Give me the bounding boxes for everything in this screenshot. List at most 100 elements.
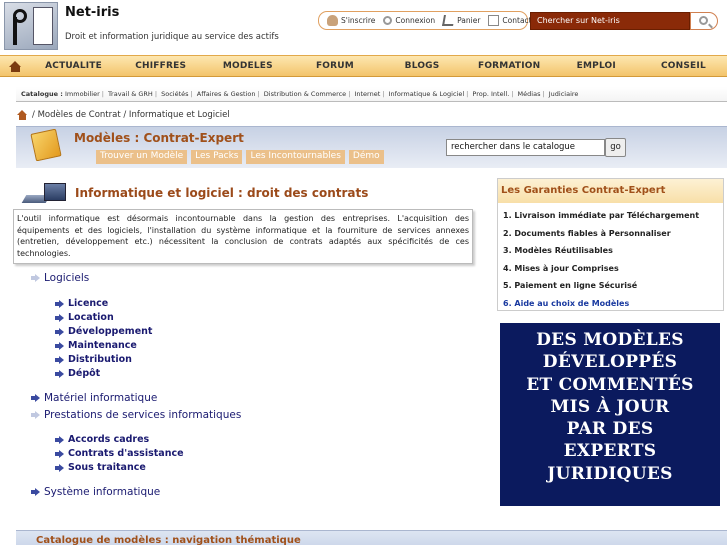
catalogue-bar: Catalogue : Immobilier | Travail & GRH | S… xyxy=(16,87,727,102)
thematic-navigation-header: Catalogue de modèles : navigation thémat… xyxy=(16,530,727,545)
catalogue-link-judiciaire[interactable]: Judiciaire xyxy=(549,90,579,98)
nav-item-conseil[interactable]: CONSEIL xyxy=(640,61,727,71)
site-logo[interactable] xyxy=(4,2,58,50)
guarantee-item: 5. Paiement en ligne Sécurisé xyxy=(503,281,638,291)
nav-item-blogs[interactable]: BLOGS xyxy=(379,61,466,71)
subcategory-label: Accords cadres xyxy=(68,434,150,445)
tab-incontournables[interactable]: Les Incontournables xyxy=(246,150,345,164)
tab-demo[interactable]: Démo xyxy=(348,150,384,164)
user-icon xyxy=(327,15,338,26)
tab-packs[interactable]: Les Packs xyxy=(191,150,243,164)
promo-line: EXPERTS xyxy=(563,441,657,462)
promo-line: ET COMMENTÉS xyxy=(526,374,694,395)
nav-home[interactable] xyxy=(0,60,30,72)
arrow-right-icon xyxy=(55,327,64,336)
top-links: S'inscrire Connexion Panier Contact xyxy=(318,11,532,30)
site-search-input[interactable]: Chercher sur Net-iris xyxy=(530,12,690,30)
category-prestations[interactable]: Prestations de services informatiques xyxy=(31,409,241,421)
site-subtitle: Droit et information juridique au servic… xyxy=(65,32,279,42)
cart-link[interactable]: Panier xyxy=(442,15,481,26)
contact-link[interactable]: Contact xyxy=(488,15,532,26)
promo-banner[interactable]: DES MODÈLES DÉVELOPPÉS ET COMMENTÉS MIS … xyxy=(500,323,720,506)
category-materiel[interactable]: Matériel informatique xyxy=(31,392,157,404)
breadcrumb-path[interactable]: / Modèles de Contrat / Informatique et L… xyxy=(32,110,230,120)
subcategory-maintenance[interactable]: Maintenance xyxy=(55,340,137,351)
subcategory-label: Dépôt xyxy=(68,368,101,379)
subcategory-developpement[interactable]: Développement xyxy=(55,326,152,337)
computer-icon xyxy=(21,181,68,205)
models-banner: Modèles : Contrat-Expert Trouver un Modè… xyxy=(16,126,727,168)
nav-item-forum[interactable]: FORUM xyxy=(291,61,378,71)
guarantees-title: Les Garanties Contrat-Expert xyxy=(498,179,723,203)
catalogue-link-travail[interactable]: Travail & GRH xyxy=(108,90,153,98)
subcategory-distribution[interactable]: Distribution xyxy=(55,354,132,365)
nav-item-modeles[interactable]: MODELES xyxy=(204,61,291,71)
register-link[interactable]: S'inscrire xyxy=(327,15,375,26)
category-label: Matériel informatique xyxy=(44,392,158,404)
guarantee-item: 3. Modèles Réutilisables xyxy=(503,246,613,256)
category-systeme[interactable]: Système informatique xyxy=(31,486,160,498)
catalogue-label: Catalogue : xyxy=(21,90,63,98)
intro-text: L'outil informatique est désormais incon… xyxy=(13,209,473,264)
register-label: S'inscrire xyxy=(341,16,376,25)
subcategory-licence[interactable]: Licence xyxy=(55,298,108,309)
arrow-right-icon xyxy=(55,341,64,350)
category-label: Prestations de services informatiques xyxy=(44,409,242,421)
login-link[interactable]: Connexion xyxy=(383,16,435,25)
home-icon[interactable] xyxy=(17,110,28,120)
page-title: Informatique et logiciel : droit des con… xyxy=(75,186,369,200)
cart-label: Panier xyxy=(457,16,481,25)
arrow-right-icon xyxy=(55,449,64,458)
category-label: Logiciels xyxy=(44,272,90,284)
catalogue-link-distribution[interactable]: Distribution & Commerce xyxy=(264,90,346,98)
promo-line: PAR DES xyxy=(566,419,654,440)
subcategory-accords[interactable]: Accords cadres xyxy=(55,434,149,445)
catalogue-link-societes[interactable]: Sociétés xyxy=(161,90,188,98)
catalogue-link-immobilier[interactable]: Immobilier xyxy=(65,90,100,98)
catalogue-link-internet[interactable]: Internet xyxy=(354,90,380,98)
guarantee-item-help-link[interactable]: 6. Aide au choix de Modèles xyxy=(503,295,720,313)
promo-line: MIS À JOUR xyxy=(550,396,670,417)
nav-item-formation[interactable]: FORMATION xyxy=(466,61,553,71)
catalogue-search-input[interactable]: rechercher dans le catalogue xyxy=(446,139,605,156)
promo-line: JURIDIQUES xyxy=(547,463,673,484)
subcategory-assistance[interactable]: Contrats d'assistance xyxy=(55,448,184,459)
promo-line: DÉVELOPPÉS xyxy=(542,352,678,373)
promo-line: DES MODÈLES xyxy=(536,330,684,350)
catalogue-link-medias[interactable]: Médias xyxy=(518,90,541,98)
tab-find-model[interactable]: Trouver un Modèle xyxy=(96,150,188,164)
nav-item-emploi[interactable]: EMPLOI xyxy=(553,61,640,71)
arrow-right-icon xyxy=(31,394,40,402)
arrow-right-icon xyxy=(55,435,64,444)
category-logiciels[interactable]: Logiciels xyxy=(31,272,89,284)
subcategory-location[interactable]: Location xyxy=(55,312,114,323)
subcategory-label: Licence xyxy=(68,298,109,309)
login-label: Connexion xyxy=(395,16,436,25)
subcategory-depot[interactable]: Dépôt xyxy=(55,368,100,379)
logo-page-shape xyxy=(33,7,53,45)
guarantee-item: 1. Livraison immédiate par Téléchargemen… xyxy=(503,211,700,220)
key-icon xyxy=(383,16,393,25)
nav-item-chiffres[interactable]: CHIFFRES xyxy=(117,61,204,71)
catalogue-link-propintell[interactable]: Prop. Intell. xyxy=(472,90,509,98)
guarantees-list: 1. Livraison immédiate par Téléchargemen… xyxy=(498,203,723,313)
banner-tabs: Trouver un Modèle Les Packs Les Incontou… xyxy=(96,150,384,164)
site-title[interactable]: Net-iris xyxy=(65,5,119,20)
contact-label: Contact xyxy=(502,16,532,25)
header: Net-iris Droit et information juridique … xyxy=(0,0,727,52)
arrow-right-icon xyxy=(31,411,40,419)
catalogue-link-informatique[interactable]: Informatique & Logiciel xyxy=(389,90,465,98)
arrow-right-icon xyxy=(55,355,64,364)
subcategory-label: Sous traitance xyxy=(68,462,146,473)
subcategory-label: Maintenance xyxy=(68,340,137,351)
catalogue-link-affaires[interactable]: Affaires & Gestion xyxy=(197,90,256,98)
nav-item-actualite[interactable]: ACTUALITE xyxy=(30,61,117,71)
subcategory-soustraitance[interactable]: Sous traitance xyxy=(55,462,146,473)
catalogue-search-go-button[interactable]: go xyxy=(605,138,626,157)
arrow-right-icon xyxy=(31,488,40,496)
site-search-button[interactable] xyxy=(690,12,718,30)
subcategory-label: Location xyxy=(68,312,114,323)
guarantee-item: 4. Mises à jour Comprises xyxy=(503,263,619,273)
home-icon xyxy=(8,60,22,72)
breadcrumb: / Modèles de Contrat / Informatique et L… xyxy=(17,110,230,120)
